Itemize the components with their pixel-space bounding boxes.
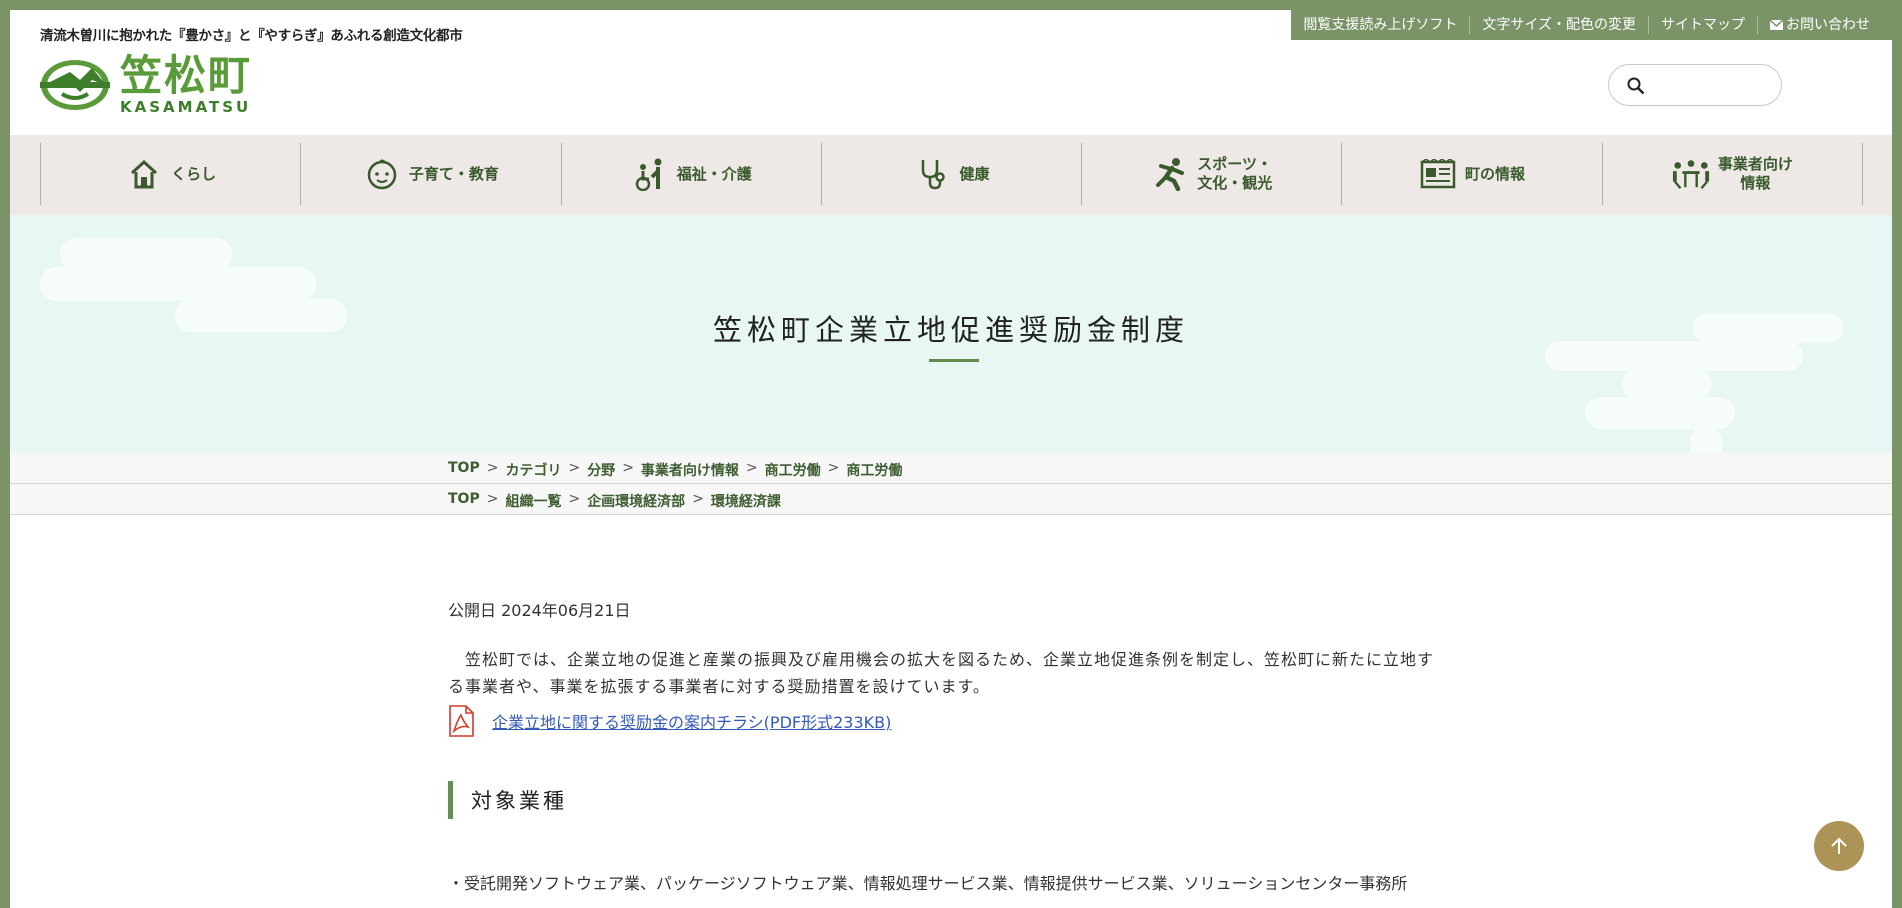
nav-label-health: 健康	[959, 164, 990, 183]
page: 清流木曽川に抱かれた『豊かさ』と『やすらぎ』あふれる創造文化都市 笠松町 KAS…	[10, 10, 1892, 908]
newspaper-icon	[1420, 159, 1456, 189]
reading-support-link[interactable]: 閲覧支援読み上げソフト	[1291, 16, 1469, 34]
breadcrumb-link[interactable]: 企画環境経済部	[587, 491, 685, 511]
pdf-icon	[449, 705, 474, 737]
cloud-shape	[40, 267, 316, 301]
breadcrumb-link[interactable]: 事業者向け情報	[641, 460, 739, 480]
nav-label-living: くらし	[171, 164, 217, 183]
breadcrumb-separator: >	[486, 460, 499, 476]
stethoscope-icon	[922, 160, 946, 190]
nav-label-business-info: 事業者向け 情報	[1717, 155, 1793, 192]
town-emblem-icon	[40, 60, 110, 110]
section-heading: 対象業種	[448, 781, 567, 819]
search-input[interactable]	[1608, 64, 1782, 106]
cloud-shape	[1622, 369, 1712, 399]
global-nav: くらし 子育て・教育 福祉・介護 健康 スポーツ・ 文化・観光 町の情報 事業者…	[10, 135, 1892, 215]
title-underline	[929, 359, 979, 362]
breadcrumb-separator: >	[692, 491, 704, 507]
nav-label-sports-culture-tourism: スポーツ・ 文化・観光	[1197, 155, 1273, 192]
search-icon	[1627, 77, 1645, 95]
nav-item-health[interactable]: 健康	[822, 143, 1083, 205]
site-tagline: 清流木曽川に抱かれた『豊かさ』と『やすらぎ』あふれる創造文化都市	[40, 28, 463, 44]
breadcrumb-separator: >	[745, 460, 758, 476]
utility-bar: 閲覧支援読み上げソフト 文字サイズ・配色の変更 サイトマップ お問い合わせ	[1291, 10, 1892, 40]
pdf-attachment: 企業立地に関する奨励金の案内チラシ(PDF形式233KB)	[448, 705, 891, 737]
meeting-icon	[1672, 160, 1709, 190]
breadcrumb-link[interactable]: TOP	[448, 460, 480, 480]
breadcrumb-link[interactable]: 商工労働	[846, 460, 902, 480]
baby-face-icon	[367, 159, 397, 190]
breadcrumb-category: TOP > カテゴリ > 分野 > 事業者向け情報 > 商工労働 > 商工労働	[10, 453, 1892, 484]
sitemap-link[interactable]: サイトマップ	[1648, 16, 1757, 34]
font-color-settings-link[interactable]: 文字サイズ・配色の変更	[1469, 16, 1648, 34]
page-title: 笠松町企業立地促進奨励金制度	[712, 313, 1189, 347]
caregiver-icon	[635, 158, 662, 191]
breadcrumb-separator: >	[568, 460, 581, 476]
breadcrumb-link[interactable]: 商工労働	[765, 460, 821, 480]
breadcrumb-separator: >	[568, 491, 581, 507]
back-to-top-button[interactable]	[1814, 821, 1864, 871]
arrow-up-icon	[1831, 837, 1847, 854]
nav-item-town-info[interactable]: 町の情報	[1342, 143, 1603, 205]
logo-name: 笠松町	[120, 51, 253, 100]
mail-icon	[1769, 19, 1784, 30]
nav-label-town-info: 町の情報	[1465, 164, 1526, 183]
breadcrumb-link[interactable]: 分野	[587, 460, 615, 480]
nav-label-welfare-care: 福祉・介護	[676, 164, 752, 183]
breadcrumb-link[interactable]: 環境経済課	[711, 491, 781, 511]
cloud-shape	[1690, 425, 1722, 453]
nav-item-childcare-education[interactable]: 子育て・教育	[301, 143, 562, 205]
site-logo[interactable]: 笠松町 KASAMATSU	[40, 54, 252, 116]
house-icon	[131, 159, 158, 189]
breadcrumb-separator: >	[827, 460, 840, 476]
breadcrumb-link[interactable]: TOP	[448, 491, 480, 511]
breadcrumb-separator: >	[486, 491, 499, 507]
breadcrumb-link[interactable]: カテゴリ	[505, 460, 561, 480]
runner-icon	[1156, 158, 1185, 191]
nav-item-welfare-care[interactable]: 福祉・介護	[562, 143, 822, 205]
intro-paragraph: 笠松町では、企業立地の促進と産業の振興及び雇用機会の拡大を図るため、企業立地促進…	[448, 650, 1435, 696]
nav-item-sports-culture-tourism[interactable]: スポーツ・ 文化・観光	[1082, 143, 1343, 205]
breadcrumb-link[interactable]: 組織一覧	[505, 491, 561, 511]
logo-romaji: KASAMATSU	[120, 98, 252, 116]
contact-label: お問い合わせ	[1786, 17, 1870, 33]
contact-link[interactable]: お問い合わせ	[1757, 16, 1882, 34]
breadcrumb-separator: >	[622, 460, 634, 476]
cloud-shape	[1585, 397, 1735, 429]
industry-list-item: ・受託開発ソフトウェア業、パッケージソフトウェア業、情報処理サービス業、情報提供…	[448, 874, 1408, 893]
page-hero: 笠松町企業立地促進奨励金制度	[10, 215, 1892, 453]
nav-item-living[interactable]: くらし	[41, 143, 302, 205]
pdf-download-link[interactable]: 企業立地に関する奨励金の案内チラシ(PDF形式233KB)	[492, 709, 891, 733]
breadcrumb-organization: TOP > 組織一覧 > 企画環境経済部 > 環境経済課	[10, 484, 1892, 515]
nav-label-childcare-education: 子育て・教育	[408, 164, 499, 183]
nav-item-business-info[interactable]: 事業者向け 情報	[1603, 143, 1863, 205]
published-date: 公開日 2024年06月21日	[448, 601, 631, 620]
